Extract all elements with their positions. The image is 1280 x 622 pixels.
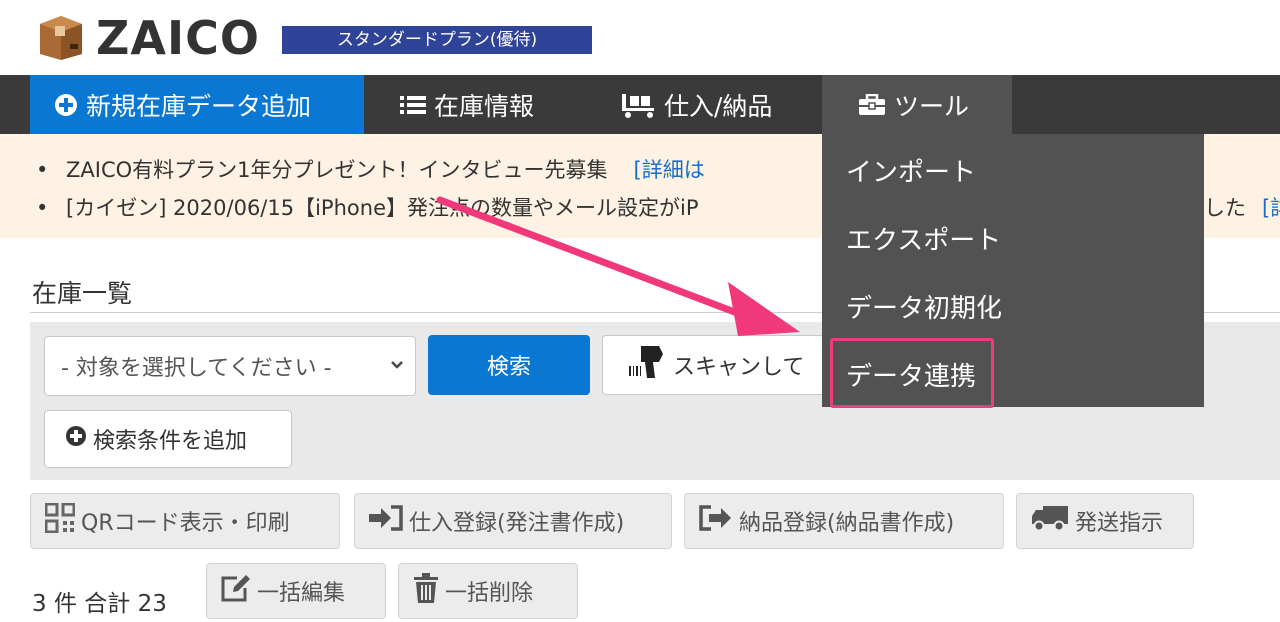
menu-item-export[interactable]: エクスポート (846, 220, 1001, 257)
bulk-edit-label: 一括編集 (257, 581, 346, 606)
barcode-scanner-icon (629, 344, 667, 386)
main-nav: 新規在庫データ追加 在庫情報 仕入/納品 ツール (0, 75, 1280, 134)
list-icon (400, 94, 426, 116)
highlight-box (830, 338, 994, 408)
add-condition-label: 検索条件を追加 (93, 429, 248, 454)
nav-tools[interactable]: ツール (822, 75, 1012, 134)
announcement-link[interactable]: [詳細は (634, 158, 705, 182)
pallet-truck-icon (622, 92, 656, 118)
announcement-tail-text: した (1204, 196, 1246, 220)
announcement-text: ZAICO有料プラン1年分プレゼント！インタビュー先募集 (66, 158, 608, 182)
box-logo-icon[interactable] (36, 14, 86, 60)
bulk-delete-button[interactable]: 一括削除 (398, 563, 578, 619)
scan-button[interactable]: スキャンして (602, 335, 842, 395)
sign-out-icon (699, 505, 733, 537)
qr-code-icon (44, 502, 76, 539)
logo-text[interactable]: ZAICO (96, 10, 260, 66)
qr-print-label: QRコード表示・印刷 (81, 511, 290, 536)
chevron-down-icon (389, 353, 405, 382)
plan-badge: スタンダードプラン(優待) (282, 26, 592, 54)
delivery-register-label: 納品登録(納品書作成) (739, 511, 955, 536)
bulk-delete-label: 一括削除 (445, 581, 534, 606)
bulk-edit-button[interactable]: 一括編集 (206, 563, 386, 619)
bullet: • (36, 196, 49, 220)
target-select-value: - 対象を選択してください - (61, 356, 332, 381)
nav-add-label: 新規在庫データ追加 (86, 91, 312, 121)
nav-purchase-delivery[interactable]: 仕入/納品 (622, 75, 772, 134)
nav-add-stock[interactable]: 新規在庫データ追加 (30, 75, 364, 134)
delivery-register-button[interactable]: 納品登録(納品書作成) (684, 493, 1004, 549)
add-condition-button[interactable]: 検索条件を追加 (44, 410, 292, 468)
purchase-register-label: 仕入登録(発注書作成) (409, 511, 625, 536)
nav-stock-info[interactable]: 在庫情報 (400, 75, 534, 134)
scan-label: スキャンして (673, 355, 805, 380)
menu-item-import[interactable]: インポート (846, 152, 976, 189)
page-title: 在庫一覧 (32, 279, 133, 308)
plus-circle-icon (65, 425, 87, 453)
result-count: 3 件 合計 23 (32, 591, 167, 617)
ship-instruction-button[interactable]: 発送指示 (1016, 493, 1194, 549)
menu-item-data-reset[interactable]: データ初期化 (846, 288, 1002, 325)
qr-print-button[interactable]: QRコード表示・印刷 (30, 493, 340, 549)
nav-stock-label: 在庫情報 (434, 91, 535, 121)
purchase-register-button[interactable]: 仕入登録(発注書作成) (354, 493, 672, 549)
nav-tools-label: ツール (894, 91, 970, 121)
app-header: ZAICO スタンダードプラン(優待) (0, 0, 1280, 75)
announcement-item: • ZAICO有料プラン1年分プレゼント！インタビュー先募集 [詳細は (36, 154, 705, 184)
announcement-text: [カイゼン] 2020/06/15【iPhone】発注点の数量やメール設定がiP (66, 196, 699, 220)
nav-purchase-label: 仕入/納品 (664, 91, 773, 121)
target-select[interactable]: - 対象を選択してください - (44, 336, 416, 396)
sign-in-icon (369, 505, 403, 537)
announcement-tail: した [詳 (1204, 192, 1280, 222)
truck-icon (1031, 504, 1069, 538)
announcement-item: • [カイゼン] 2020/06/15【iPhone】発注点の数量やメール設定がi… (36, 192, 698, 222)
toolbox-icon (858, 93, 886, 116)
edit-icon (221, 574, 251, 608)
announcement-link[interactable]: [詳 (1262, 196, 1280, 220)
bullet: • (36, 158, 49, 182)
search-button[interactable]: 検索 (428, 335, 590, 395)
plus-circle-icon (54, 93, 78, 117)
trash-icon (413, 573, 439, 609)
ship-instruction-label: 発送指示 (1075, 511, 1164, 536)
